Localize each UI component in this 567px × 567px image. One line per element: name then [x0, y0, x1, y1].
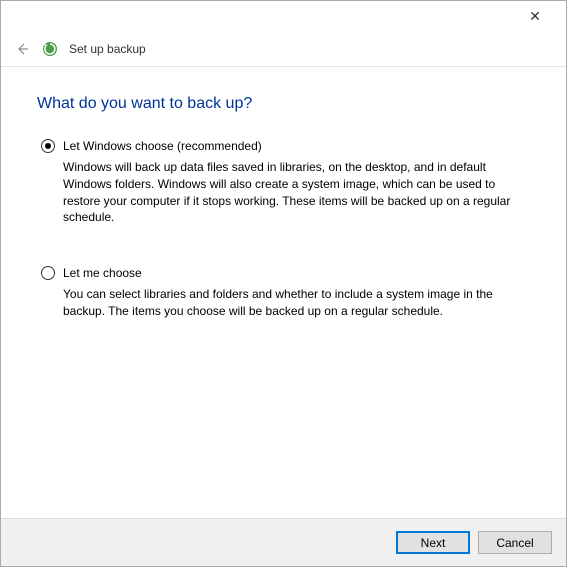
close-icon: ✕ — [529, 8, 541, 25]
radio-label: Let Windows choose (recommended) — [63, 139, 262, 153]
radio-icon — [41, 139, 55, 153]
wizard-header: Set up backup — [1, 31, 566, 67]
content-area: What do you want to back up? Let Windows… — [1, 67, 566, 320]
option-description: Windows will back up data files saved in… — [41, 159, 530, 226]
next-button[interactable]: Next — [396, 531, 470, 554]
wizard-title: Set up backup — [69, 42, 146, 56]
cancel-button[interactable]: Cancel — [478, 531, 552, 554]
close-button[interactable]: ✕ — [516, 4, 554, 28]
back-arrow-icon — [14, 41, 30, 57]
back-button[interactable] — [13, 40, 31, 58]
option-let-me-choose: Let me choose You can select libraries a… — [37, 266, 530, 320]
page-heading: What do you want to back up? — [37, 95, 530, 113]
titlebar: ✕ — [1, 1, 566, 31]
wizard-footer: Next Cancel — [1, 518, 566, 566]
radio-let-me-choose[interactable]: Let me choose — [41, 266, 530, 280]
radio-icon — [41, 266, 55, 280]
radio-let-windows-choose[interactable]: Let Windows choose (recommended) — [41, 139, 530, 153]
option-description: You can select libraries and folders and… — [41, 286, 530, 320]
backup-app-icon — [41, 40, 59, 58]
option-let-windows-choose: Let Windows choose (recommended) Windows… — [37, 139, 530, 226]
radio-label: Let me choose — [63, 266, 142, 280]
